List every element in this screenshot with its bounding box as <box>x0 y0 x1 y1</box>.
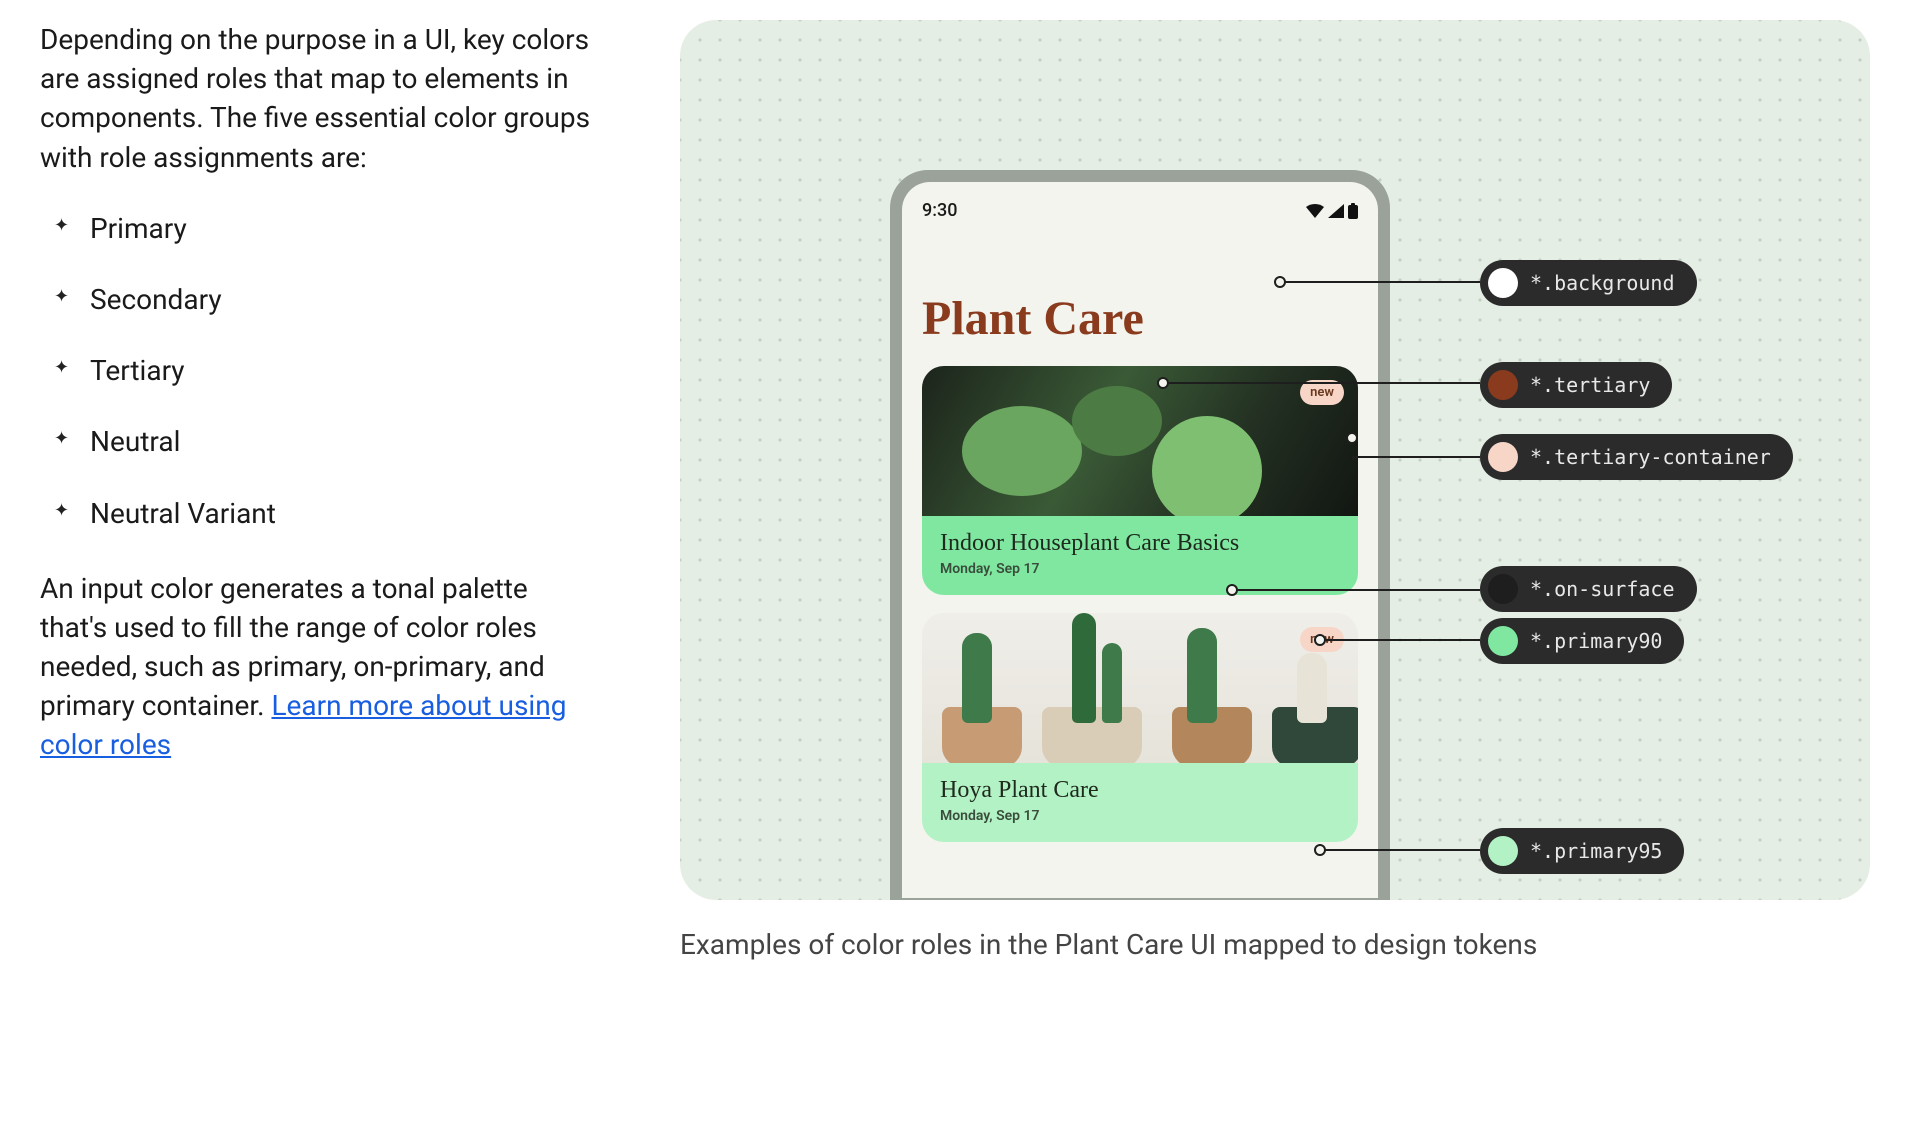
status-bar: 9:30 <box>922 200 1358 221</box>
annotation-dot <box>1226 584 1238 596</box>
annotation-dot <box>1157 377 1169 389</box>
outro-paragraph: An input color generates a tonal palette… <box>40 569 600 765</box>
card-title: Indoor Houseplant Care Basics <box>940 530 1340 557</box>
card-date: Monday, Sep 17 <box>940 808 1340 824</box>
status-icons <box>1306 203 1358 219</box>
card-image: new <box>922 366 1358 516</box>
annotation-line <box>1352 458 1354 460</box>
annotation-line <box>1320 639 1480 641</box>
token-pill-primary90: *.primary90 <box>1480 618 1684 664</box>
article-card: new Indoor Houseplant Care Basics Monday… <box>922 366 1358 595</box>
token-pill-primary95: *.primary95 <box>1480 828 1684 874</box>
swatch-icon <box>1488 442 1518 472</box>
example-figure: 9:30 Plant Care new <box>680 20 1870 900</box>
list-item: Neutral <box>54 422 600 461</box>
status-time: 9:30 <box>922 200 957 221</box>
text-column: Depending on the purpose in a UI, key co… <box>40 20 600 793</box>
phone-screen: 9:30 Plant Care new <box>902 182 1378 898</box>
token-pill-tertiary-container: *.tertiary-container <box>1480 434 1793 480</box>
intro-paragraph: Depending on the purpose in a UI, key co… <box>40 20 600 177</box>
annotation-dot <box>1314 634 1326 646</box>
list-item: Neutral Variant <box>54 494 600 533</box>
swatch-icon <box>1488 626 1518 656</box>
card-image: new <box>922 613 1358 763</box>
wifi-icon <box>1306 204 1324 218</box>
article-card: new Hoya Plant Care Monday, Sep 17 <box>922 613 1358 842</box>
card-title: Hoya Plant Care <box>940 777 1340 804</box>
annotation-dot <box>1346 432 1358 444</box>
swatch-icon <box>1488 836 1518 866</box>
swatch-icon <box>1488 370 1518 400</box>
card-date: Monday, Sep 17 <box>940 561 1340 577</box>
token-pill-tertiary: *.tertiary <box>1480 362 1672 408</box>
app-title: Plant Care <box>922 291 1358 346</box>
annotation-line <box>1232 589 1480 591</box>
annotation-line <box>1320 849 1480 851</box>
token-pill-background: *.background <box>1480 260 1697 306</box>
annotation-dot <box>1314 844 1326 856</box>
swatch-icon <box>1488 574 1518 604</box>
token-pill-on-surface: *.on-surface <box>1480 566 1697 612</box>
figure-caption: Examples of color roles in the Plant Car… <box>680 928 1878 961</box>
swatch-icon <box>1488 268 1518 298</box>
list-item: Secondary <box>54 280 600 319</box>
annotation-line <box>1163 382 1480 384</box>
list-item: Primary <box>54 209 600 248</box>
annotation-dot <box>1274 276 1286 288</box>
color-groups-list: Primary Secondary Tertiary Neutral Neutr… <box>54 209 600 533</box>
battery-icon <box>1348 203 1358 219</box>
annotation-line <box>1280 281 1480 283</box>
annotation-line <box>1352 456 1480 458</box>
signal-icon <box>1328 204 1344 218</box>
list-item: Tertiary <box>54 351 600 390</box>
phone-frame: 9:30 Plant Care new <box>890 170 1390 900</box>
